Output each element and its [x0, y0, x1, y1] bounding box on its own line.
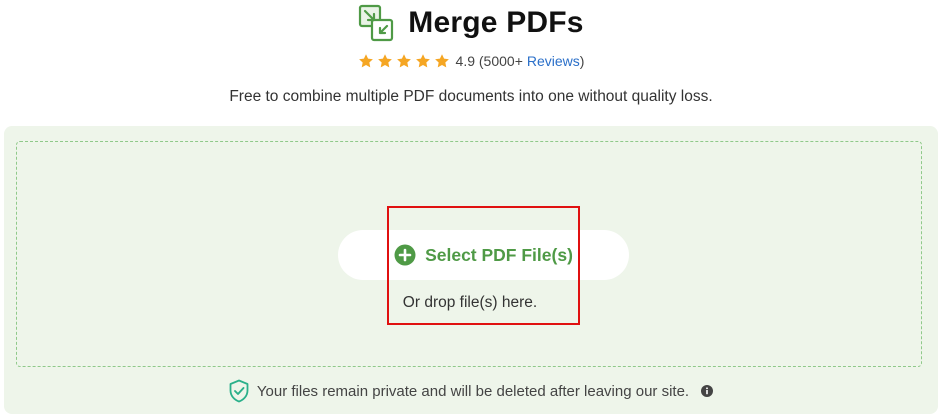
star-rating	[358, 53, 450, 69]
star-icon	[396, 54, 411, 68]
star-icon	[377, 54, 392, 68]
star-icon	[434, 54, 449, 68]
upload-panel: Select PDF File(s) Or drop file(s) here.…	[4, 126, 938, 414]
rating-score: 4.9 (5000+	[455, 53, 523, 69]
select-pdf-button[interactable]: Select PDF File(s)	[338, 230, 629, 280]
title-row: Merge PDFs	[0, 4, 942, 42]
plus-circle-icon	[394, 244, 416, 266]
page-title: Merge PDFs	[408, 6, 584, 39]
rating-closing: )	[579, 53, 585, 69]
merge-pdf-page: Merge PDFs 4.9 (5000+ Reviews ) Free to …	[0, 0, 942, 417]
page-subtitle: Free to combine multiple PDF documents i…	[229, 88, 713, 105]
privacy-text: Your files remain private and will be de…	[256, 382, 690, 400]
drop-hint: Or drop file(s) here.	[402, 294, 538, 311]
star-icon	[358, 54, 373, 68]
reviews-link[interactable]: Reviews	[527, 53, 580, 69]
privacy-notice: Your files remain private and will be de…	[4, 379, 938, 403]
select-pdf-label: Select PDF File(s)	[425, 244, 573, 265]
file-drop-zone[interactable]: Select PDF File(s) Or drop file(s) here.	[16, 141, 922, 367]
rating-row: 4.9 (5000+ Reviews )	[0, 53, 942, 69]
star-icon	[415, 54, 430, 68]
shield-check-icon	[229, 379, 249, 403]
merge-icon	[359, 4, 394, 42]
info-icon[interactable]	[701, 385, 714, 397]
